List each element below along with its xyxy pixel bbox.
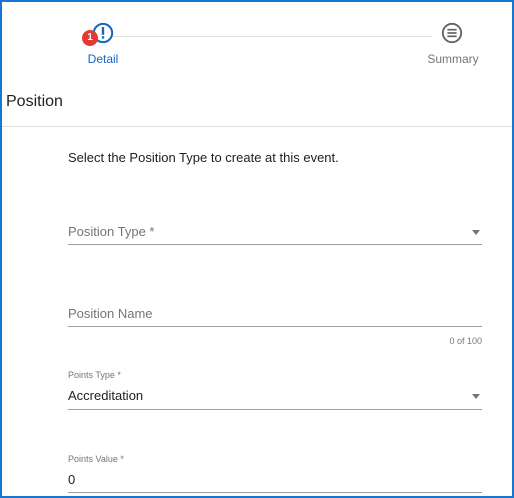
points-type-label: Points Type * (68, 370, 121, 380)
points-value-underline (68, 492, 482, 493)
character-counter: 0 of 100 (449, 336, 482, 346)
step-summary-label: Summary (427, 52, 479, 66)
chevron-down-icon (472, 230, 480, 235)
step-summary[interactable]: Summary (418, 22, 488, 74)
position-name-placeholder: Position Name (68, 306, 153, 321)
stepper: 1 Detail Summary (2, 2, 512, 80)
step-detail-label: Detail (87, 52, 119, 66)
modal-frame: 1 Detail Summary Position Select the Pos… (0, 0, 514, 498)
points-value-input[interactable]: Points Value * 0 (68, 452, 482, 494)
points-type-select[interactable]: Points Type * Accreditation (68, 368, 482, 412)
points-type-value: Accreditation (68, 388, 144, 403)
position-name-input[interactable]: Position Name 0 of 100 (68, 296, 482, 348)
chevron-down-icon (472, 394, 480, 399)
position-type-underline (68, 244, 482, 245)
points-value-label: Points Value * (68, 454, 124, 464)
stepper-connector (112, 36, 432, 37)
points-type-underline (68, 409, 482, 410)
section-title: Position (6, 93, 63, 110)
step-detail[interactable]: 1 Detail (78, 22, 128, 74)
step-error-badge: 1 (82, 30, 98, 46)
position-name-underline (68, 326, 482, 327)
list-circle-icon (441, 22, 463, 44)
section-divider (2, 126, 512, 127)
position-type-placeholder: Position Type * (68, 224, 155, 239)
instruction-text: Select the Position Type to create at th… (68, 150, 339, 165)
position-type-select[interactable]: Position Type * (68, 214, 482, 248)
points-value-value: 0 (68, 472, 76, 487)
